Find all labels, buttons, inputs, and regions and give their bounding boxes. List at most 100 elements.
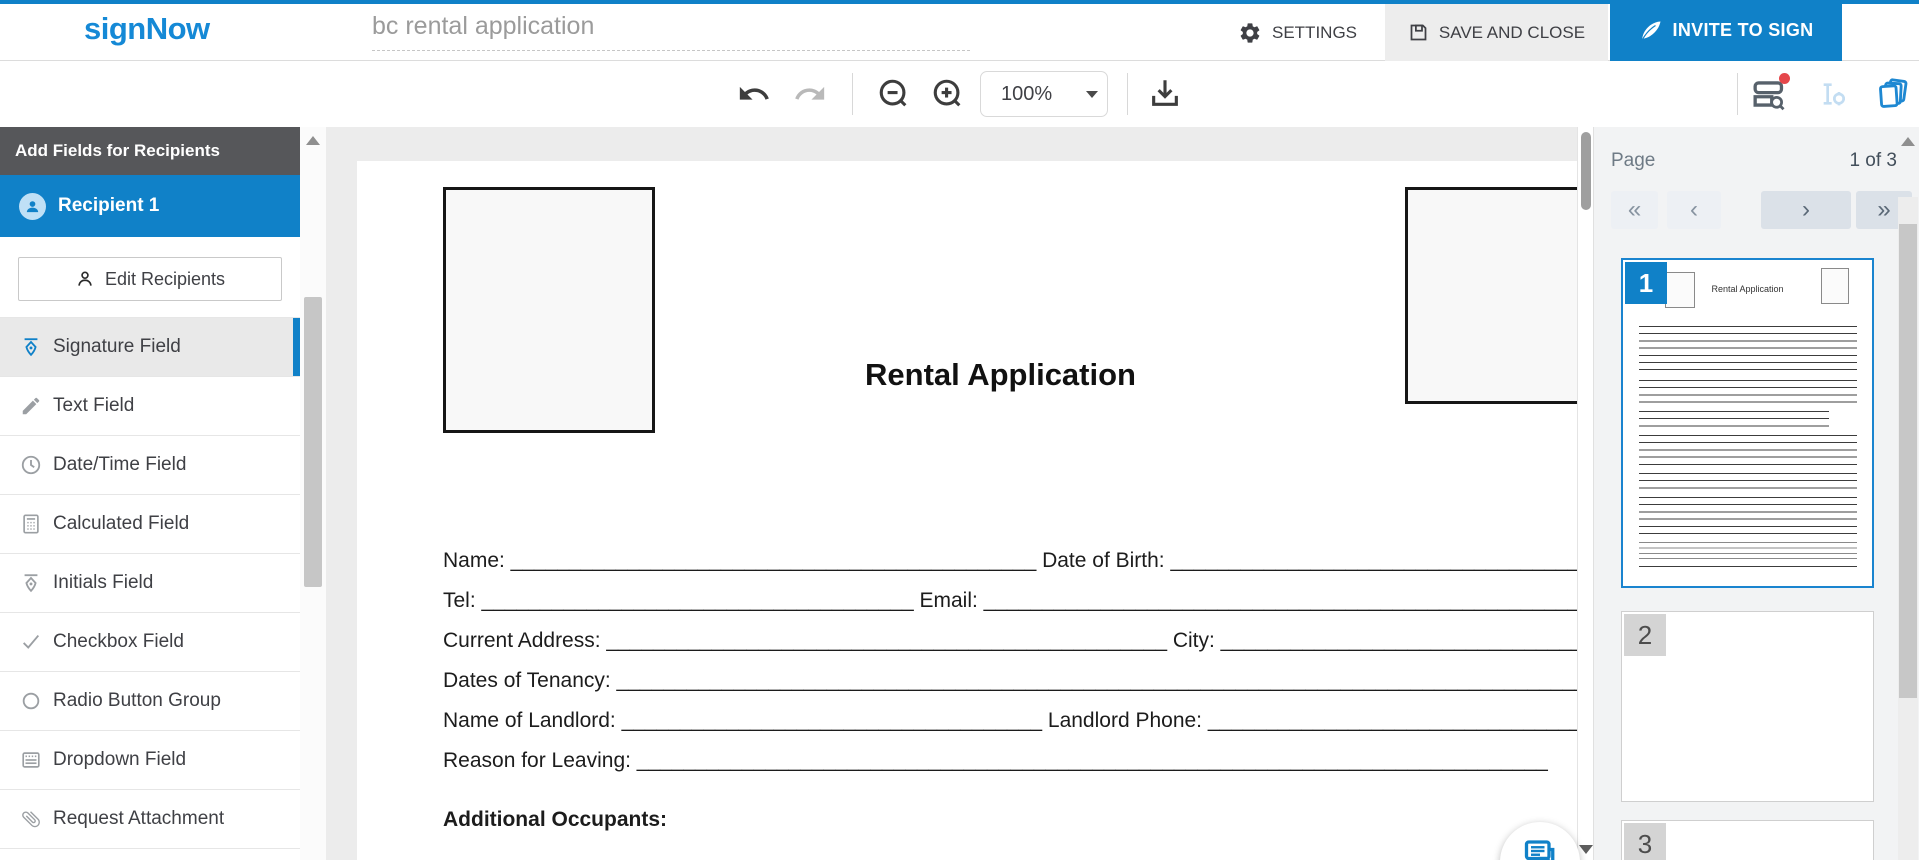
edit-recipients-label: Edit Recipients <box>105 269 225 290</box>
form-section-heading: Additional Occupants: <box>443 808 1577 832</box>
document-scroll-thumb[interactable] <box>1581 132 1591 210</box>
sidebar-item-initials-field[interactable]: Initials Field <box>0 554 300 613</box>
save-and-close-label: SAVE AND CLOSE <box>1439 23 1585 43</box>
page-number-badge: 3 <box>1624 823 1666 860</box>
form-line: Dates of Tenancy: ______________________… <box>443 661 1577 701</box>
document-scrollbar[interactable] <box>1577 127 1593 860</box>
person-icon <box>75 269 95 289</box>
zoom-in-button[interactable] <box>931 77 965 111</box>
field-item-label: Calculated Field <box>53 513 189 535</box>
editor-toolbar: 100% <box>0 62 1919 127</box>
save-and-close-button[interactable]: SAVE AND CLOSE <box>1385 4 1608 61</box>
text-settings-button[interactable] <box>1817 78 1849 110</box>
sidebar-item-request-attachment[interactable]: Request Attachment <box>0 790 300 849</box>
gear-icon <box>1238 21 1262 45</box>
sidebar-item-signature-field[interactable]: Signature Field <box>0 318 300 377</box>
scroll-up-arrow-icon[interactable] <box>1901 137 1915 146</box>
field-item-label: Request Attachment <box>53 808 224 830</box>
redo-button[interactable] <box>793 77 827 111</box>
thumbnail-lines <box>1639 566 1857 568</box>
document-page-1[interactable]: Rental Application Name: _______________… <box>357 161 1577 860</box>
zoom-level-select[interactable]: 100% <box>980 71 1108 117</box>
document-photo-box-left <box>443 187 655 433</box>
first-page-button[interactable]: « <box>1611 191 1658 229</box>
floppy-disk-icon <box>1408 22 1429 43</box>
dropdown-icon <box>19 748 43 772</box>
document-title-input[interactable]: bc rental application <box>372 12 970 51</box>
zoom-out-button[interactable] <box>877 77 911 111</box>
recipient-label: Recipient 1 <box>58 195 159 217</box>
clock-icon <box>19 453 43 477</box>
copy-pages-button[interactable] <box>1876 77 1910 111</box>
top-bar: signNow bc rental application SETTINGS S… <box>0 0 1919 61</box>
quill-icon <box>1639 19 1663 43</box>
field-item-label: Radio Button Group <box>53 690 221 712</box>
notification-dot <box>1779 73 1790 84</box>
chevron-down-icon <box>1086 91 1098 98</box>
page-thumbnail-3[interactable]: 3 <box>1621 820 1874 860</box>
form-line: Current Address: _______________________… <box>443 621 1577 661</box>
field-type-list: Signature Field Text Field Date/Time Fie… <box>0 317 300 849</box>
scroll-down-arrow-icon[interactable] <box>1579 845 1593 854</box>
invite-to-sign-label: INVITE TO SIGN <box>1673 20 1814 41</box>
sidebar-item-checkbox-field[interactable]: Checkbox Field <box>0 613 300 672</box>
sidebar-scrollbar[interactable] <box>300 127 326 860</box>
sidebar-item-calculated-field[interactable]: Calculated Field <box>0 495 300 554</box>
field-item-label: Date/Time Field <box>53 454 186 476</box>
panel-scroll-thumb[interactable] <box>1899 224 1917 698</box>
checkmark-icon <box>19 630 43 654</box>
page-status: 1 of 3 <box>1849 150 1897 172</box>
signature-pen-icon <box>19 335 43 359</box>
sidebar-item-dropdown-field[interactable]: Dropdown Field <box>0 731 300 790</box>
invite-to-sign-button[interactable]: INVITE TO SIGN <box>1610 0 1842 61</box>
form-line: Name of Landlord: ______________________… <box>443 701 1577 741</box>
thumbnail-lines <box>1639 380 1857 403</box>
radio-circle-icon <box>19 689 43 713</box>
recipient-selector[interactable]: Recipient 1 <box>0 175 300 237</box>
undo-button[interactable] <box>737 77 771 111</box>
chevron-right-icon: › <box>1802 196 1810 224</box>
sidebar-item-text-field[interactable]: Text Field <box>0 377 300 436</box>
thumbnail-lines <box>1639 435 1857 465</box>
fields-sidebar: Add Fields for Recipients Recipient 1 Ed… <box>0 127 300 860</box>
form-lines-block: Name: __________________________________… <box>443 541 1577 832</box>
sidebar-scroll-thumb[interactable] <box>304 297 322 587</box>
search-fields-button[interactable] <box>1751 77 1787 111</box>
zoom-level-value: 100% <box>1001 83 1052 106</box>
double-chevron-left-icon: « <box>1628 196 1641 224</box>
edit-recipients-button[interactable]: Edit Recipients <box>18 257 282 301</box>
page-number-badge: 1 <box>1625 262 1667 304</box>
field-item-label: Signature Field <box>53 336 181 358</box>
page-thumbnail-2[interactable]: 2 <box>1621 611 1874 802</box>
field-item-label: Checkbox Field <box>53 631 184 653</box>
signnow-logo: signNow <box>84 11 210 47</box>
form-line: Reason for Leaving: ____________________… <box>443 741 1577 781</box>
document-heading: Rental Application <box>865 357 1136 393</box>
double-chevron-right-icon: » <box>1877 196 1890 224</box>
toolbar-divider <box>1127 73 1128 115</box>
settings-button[interactable]: SETTINGS <box>1228 4 1367 61</box>
thumbnail-lines <box>1639 473 1857 489</box>
thumbnail-lines <box>1639 411 1829 427</box>
toolbar-divider <box>852 73 853 115</box>
next-page-button[interactable]: › <box>1761 191 1851 229</box>
page-thumbnail-1[interactable]: 1 Rental Application <box>1621 258 1874 588</box>
calculator-icon <box>19 512 43 536</box>
pencil-icon <box>19 394 43 418</box>
document-canvas[interactable]: Rental Application Name: _______________… <box>326 127 1593 860</box>
sidebar-header: Add Fields for Recipients <box>0 127 300 175</box>
initials-pen-icon <box>19 571 43 595</box>
sidebar-item-radio-button-group[interactable]: Radio Button Group <box>0 672 300 731</box>
form-line: Name: __________________________________… <box>443 541 1577 581</box>
page-number-badge: 2 <box>1624 614 1666 656</box>
signnow-editor-window: signNow bc rental application SETTINGS S… <box>0 0 1919 860</box>
download-button[interactable] <box>1148 76 1182 110</box>
sidebar-item-datetime-field[interactable]: Date/Time Field <box>0 436 300 495</box>
field-item-label: Dropdown Field <box>53 749 186 771</box>
recipient-avatar <box>19 193 46 220</box>
previous-page-button[interactable]: ‹ <box>1667 191 1721 229</box>
scroll-up-arrow-icon[interactable] <box>306 136 320 145</box>
panel-scrollbar[interactable] <box>1898 197 1918 860</box>
page-label: Page <box>1611 150 1655 172</box>
thumbnail-preview: Rental Application <box>1623 260 1872 586</box>
